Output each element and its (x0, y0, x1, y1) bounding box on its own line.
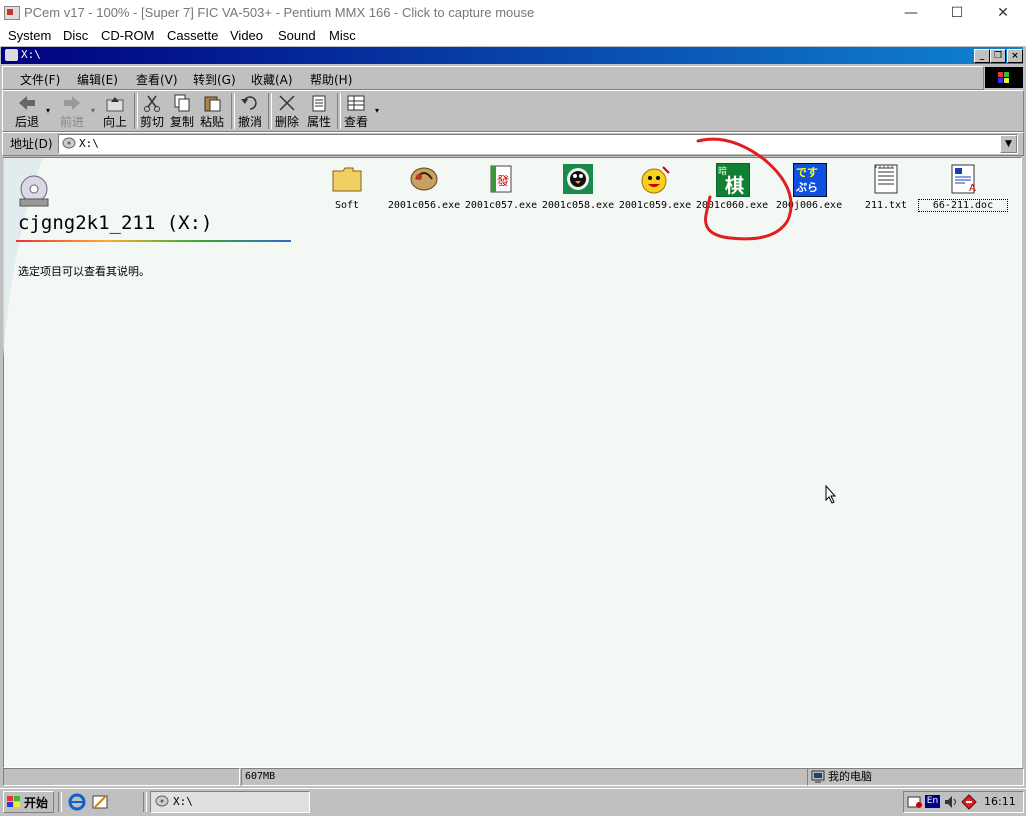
toolbar-paste-button[interactable]: 粘贴 (197, 92, 227, 130)
host-menubar: System Disc CD-ROM Cassette Video Sound … (0, 26, 1026, 46)
menu-go[interactable]: 转到(G) (193, 71, 236, 88)
taskbar-separator (143, 792, 147, 812)
toolbar-delete-button[interactable]: 删除 (271, 92, 303, 130)
drive-icon (155, 795, 169, 807)
penguin-icon (563, 164, 593, 194)
address-dropdown-button[interactable]: ▼ (1000, 135, 1017, 153)
back-arrow-icon (19, 96, 35, 110)
address-input[interactable]: X:\ ▼ (58, 134, 1018, 154)
file-item-66-211-doc[interactable]: A 66-211.doc (918, 160, 1008, 218)
forward-arrow-icon (64, 96, 80, 110)
word-doc-icon: A (951, 164, 976, 194)
delete-x-icon (279, 95, 295, 111)
host-menu-sound[interactable]: Sound (278, 28, 316, 43)
toolbar-cut-button[interactable]: 剪切 (137, 92, 167, 130)
file-item-2001c059[interactable]: 2001c059.exe (616, 160, 694, 218)
menu-file[interactable]: 文件(F) (20, 71, 60, 88)
mouse-cursor-icon (825, 485, 837, 504)
explorer-close-button[interactable]: × (1007, 49, 1023, 63)
pcem-app-icon (4, 6, 20, 20)
host-menu-cdrom[interactable]: CD-ROM (101, 28, 154, 43)
host-menu-misc[interactable]: Misc (329, 28, 356, 43)
toolbar-up-button[interactable]: 向上 (98, 92, 132, 130)
file-item-2001c056[interactable]: 2001c056.exe (385, 160, 463, 218)
view-icon (347, 95, 365, 111)
explorer-restore-button[interactable]: ❐ (990, 49, 1006, 63)
shell-icon (410, 167, 438, 191)
my-computer-icon (811, 770, 825, 783)
status-zone: 我的电脑 (807, 768, 1024, 786)
red-circle-annotation (696, 137, 793, 241)
copy-icon (174, 94, 190, 112)
windows-flag-icon (7, 796, 20, 807)
host-menu-cassette[interactable]: Cassette (167, 28, 218, 43)
file-item-soft[interactable]: Soft (308, 160, 386, 218)
file-item-2001c057[interactable]: 發 2001c057.exe (462, 160, 540, 218)
explorer-title: X:\ (21, 48, 41, 61)
host-title-text: PCem v17 - 100% - [Super 7] FIC VA-503+ … (24, 5, 535, 20)
drive-icon (5, 49, 18, 61)
system-tray: En 16:11 (903, 791, 1024, 813)
scissors-icon (144, 95, 160, 112)
explorer-menubar: 文件(F) 编辑(E) 查看(V) 转到(G) 收藏(A) 帮助(H) (2, 66, 984, 90)
start-button[interactable]: 开始 (3, 791, 54, 813)
toolbar-undo-button[interactable]: 撤消 (234, 92, 266, 130)
status-panel-info (3, 768, 240, 786)
menu-help[interactable]: 帮助(H) (310, 71, 352, 88)
host-close-button[interactable]: ✕ (980, 0, 1026, 26)
menu-view[interactable]: 查看(V) (136, 71, 178, 88)
ime-indicator[interactable]: En (925, 795, 940, 808)
undo-icon (241, 96, 257, 110)
address-value: X:\ (79, 137, 99, 150)
drive-icon (62, 137, 76, 149)
up-folder-icon (106, 97, 124, 112)
file-item-2001c058[interactable]: 2001c058.exe (539, 160, 617, 218)
paste-icon (204, 96, 221, 112)
explorer-titlebar: X:\ (1, 47, 1023, 64)
host-minimize-button[interactable]: — (888, 0, 934, 26)
ie-icon[interactable] (68, 793, 86, 811)
menu-favorites[interactable]: 收藏(A) (251, 71, 293, 88)
title-underline (16, 240, 291, 242)
menu-edit[interactable]: 编辑(E) (77, 71, 118, 88)
toolbar-back-button[interactable]: 后退 (8, 92, 46, 130)
host-menu-video[interactable]: Video (230, 28, 263, 43)
mahjong-icon: 發 (490, 165, 512, 193)
folder-icon (332, 167, 362, 192)
host-menu-disc[interactable]: Disc (63, 28, 88, 43)
clock: 16:11 (984, 795, 1016, 808)
scheduler-icon[interactable] (907, 795, 923, 809)
toolbar-copy-button[interactable]: 复制 (167, 92, 197, 130)
selection-hint: 选定项目可以查看其说明。 (18, 265, 150, 278)
back-dropdown-icon[interactable]: ▾ (46, 106, 50, 115)
show-desktop-icon[interactable] (91, 793, 109, 811)
view-dropdown-icon[interactable]: ▾ (375, 106, 379, 115)
svg-text:發: 發 (497, 173, 509, 188)
drive-title: cjgng2k1_211 (X:) (18, 212, 213, 234)
file-item-211-txt[interactable]: 211.txt (847, 160, 925, 218)
windows-logo-throbber (985, 67, 1023, 88)
smiley-icon (641, 166, 670, 194)
toolbar-properties-button[interactable]: 属性 (303, 92, 335, 130)
svg-text:A: A (969, 183, 976, 194)
host-titlebar: PCem v17 - 100% - [Super 7] FIC VA-503+ … (0, 0, 1026, 26)
antivirus-icon[interactable] (961, 794, 977, 810)
volume-icon[interactable] (943, 795, 959, 809)
forward-dropdown-icon[interactable]: ▾ (91, 106, 95, 115)
host-maximize-button[interactable]: ☐ (934, 0, 980, 26)
properties-icon (312, 95, 326, 112)
quicklaunch-separator (58, 792, 62, 812)
address-label: 地址(D) (10, 137, 53, 151)
toolbar-forward-button[interactable]: 前进 (54, 92, 90, 130)
explorer-minimize-button[interactable]: _ (974, 49, 990, 63)
taskbar-window-button[interactable]: X:\ (150, 791, 310, 813)
status-size: 607MB (241, 768, 808, 786)
text-file-icon (874, 164, 898, 194)
toolbar-view-button[interactable]: 查看 (340, 92, 372, 130)
host-menu-system[interactable]: System (8, 28, 51, 43)
cd-drive-icon (19, 175, 49, 207)
